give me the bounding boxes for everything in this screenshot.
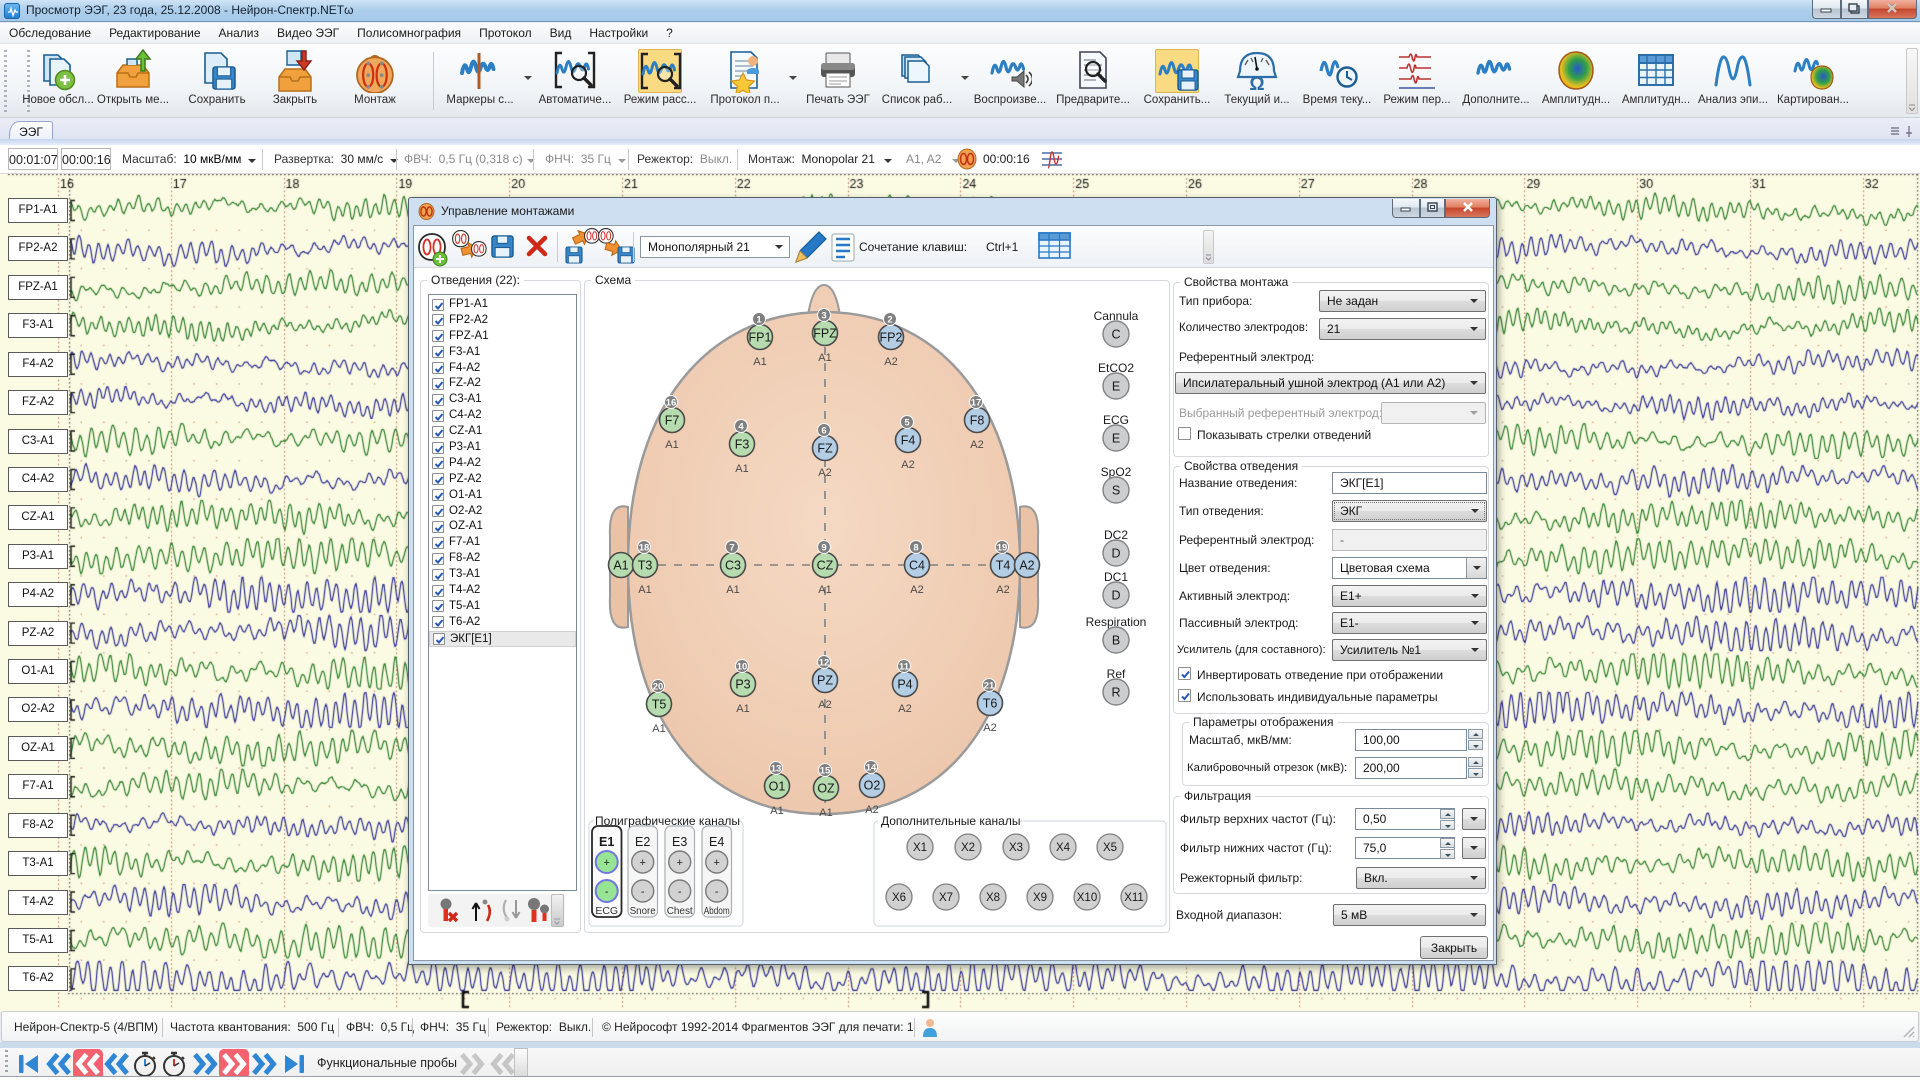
- svg-text:Ω: Ω: [1249, 74, 1264, 93]
